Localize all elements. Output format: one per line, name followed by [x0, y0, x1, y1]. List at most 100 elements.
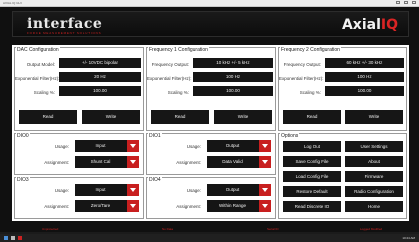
- freq1-output-field[interactable]: 10 kHz +/- 5 kHz: [193, 58, 273, 68]
- dio4-usage-value: Output: [225, 187, 240, 192]
- freq1-scaling-label: Scaling %:: [167, 90, 189, 95]
- read-discrete-io-button[interactable]: Read Discrete IO: [283, 201, 341, 212]
- status-item: Logged Modified: [360, 227, 383, 231]
- freq2-write-button[interactable]: Write: [345, 110, 403, 124]
- search-icon[interactable]: [11, 236, 15, 240]
- dio3-title: DIO3: [16, 177, 30, 183]
- dio4-usage-select[interactable]: Output: [207, 184, 271, 196]
- maximize-icon[interactable]: [404, 1, 408, 4]
- dio1-title: DIO1: [148, 133, 162, 139]
- app-icon[interactable]: [18, 236, 22, 240]
- dropdown-arrow-icon[interactable]: [259, 156, 271, 168]
- status-item: Unprotected: [42, 227, 59, 231]
- dropdown-arrow-icon[interactable]: [127, 200, 139, 212]
- freq2-scaling-field[interactable]: 100.00: [325, 86, 404, 96]
- interface-logo-tagline: FORCE MEASUREMENT SOLUTIONS: [27, 31, 102, 35]
- dio1-usage-select[interactable]: Output: [207, 140, 271, 152]
- dio3-assign-select[interactable]: Zero/Tare: [75, 200, 139, 212]
- window-titlebar: AXIAL IQ GUI: [0, 0, 419, 7]
- freq2-config-panel: Frequency 2 Configuration Frequency Outp…: [278, 47, 407, 131]
- status-bar: Unprotected No Data Serial ID Logged Mod…: [12, 227, 409, 231]
- dac-scaling-label: Scaling %:: [33, 90, 55, 95]
- status-item: Serial ID: [267, 227, 279, 231]
- home-button[interactable]: Home: [345, 201, 403, 212]
- freq2-scaling-label: Scaling %:: [299, 90, 321, 95]
- user-settings-button[interactable]: User Settings: [345, 141, 403, 152]
- dio1-usage-value: Output: [225, 143, 240, 148]
- dio4-usage-label: Usage:: [186, 188, 201, 193]
- output-model-label: Output Model:: [26, 62, 55, 67]
- dio3-usage-select[interactable]: Input: [75, 184, 139, 196]
- dropdown-arrow-icon[interactable]: [127, 156, 139, 168]
- dac-filter-field[interactable]: 20 Hz: [59, 72, 141, 82]
- dac-write-button[interactable]: Write: [82, 110, 140, 124]
- dio3-assign-label: Assignment:: [44, 204, 69, 209]
- dropdown-arrow-icon[interactable]: [127, 184, 139, 196]
- dac-config-panel: DAC Configuration Output Model: +/- 10VD…: [14, 47, 144, 131]
- minimize-icon[interactable]: [396, 1, 400, 4]
- dac-config-title: DAC Configuration: [16, 47, 60, 53]
- firmware-button[interactable]: Firmware: [345, 171, 403, 182]
- close-icon[interactable]: [412, 1, 416, 4]
- dropdown-arrow-icon[interactable]: [259, 140, 271, 152]
- freq1-scaling-field[interactable]: 100.00: [193, 86, 273, 96]
- dio3-panel: DIO3 Usage: Input Assignment: Zero/Tare: [14, 177, 144, 219]
- dio0-panel: DIO0 Usage: Input Assignment: Shunt Cal: [14, 133, 144, 175]
- interface-logo: interface: [27, 16, 103, 32]
- dio0-assign-value: Shunt Cal: [90, 159, 111, 164]
- dio3-usage-value: Input: [95, 187, 106, 192]
- window-controls: [396, 1, 416, 4]
- dio0-title: DIO0: [16, 133, 30, 139]
- dac-read-button[interactable]: Read: [19, 110, 77, 124]
- main-content: DAC Configuration Output Model: +/- 10VD…: [12, 45, 409, 221]
- about-button[interactable]: About: [345, 156, 403, 167]
- freq1-write-button[interactable]: Write: [214, 110, 272, 124]
- axialiq-logo: AxialIQ: [342, 17, 398, 33]
- load-config-file-button[interactable]: Load Config File: [283, 171, 341, 182]
- freq1-filter-label: Exponential Filter(Hz):: [147, 76, 192, 81]
- output-model-field[interactable]: +/- 10VDC bipolar: [59, 58, 141, 68]
- freq1-config-title: Frequency 1 Configuration: [148, 47, 209, 53]
- dio3-usage-label: Usage:: [54, 188, 69, 193]
- dio4-assign-select[interactable]: Within Range: [207, 200, 271, 212]
- dio4-assign-value: Within Range: [218, 203, 246, 208]
- freq2-config-title: Frequency 2 Configuration: [280, 47, 341, 53]
- dio1-assign-select[interactable]: Data Valid: [207, 156, 271, 168]
- radio-configuration-button[interactable]: Radio Configuration: [345, 186, 403, 197]
- dropdown-arrow-icon[interactable]: [127, 140, 139, 152]
- dio0-assign-label: Assignment:: [44, 160, 69, 165]
- dio0-usage-select[interactable]: Input: [75, 140, 139, 152]
- dac-filter-label: Exponential Filter(Hz):: [15, 76, 60, 81]
- status-item: No Data: [162, 227, 174, 231]
- freq2-filter-field[interactable]: 100 Hz: [325, 72, 404, 82]
- options-panel: Options Log Out User Settings Save Confi…: [278, 133, 407, 219]
- freq2-read-button[interactable]: Read: [283, 110, 341, 124]
- freq1-filter-field[interactable]: 100 Hz: [193, 72, 273, 82]
- log-out-button[interactable]: Log Out: [283, 141, 341, 152]
- dio4-panel: DIO4 Usage: Output Assignment: Within Ra…: [146, 177, 276, 219]
- options-title: Options: [280, 133, 300, 139]
- dio0-usage-label: Usage:: [54, 144, 69, 149]
- freq2-filter-label: Exponential Filter(Hz):: [279, 76, 324, 81]
- freq2-output-label: Frequency Output:: [283, 62, 321, 67]
- freq1-read-button[interactable]: Read: [151, 110, 209, 124]
- freq1-output-label: Frequency Output:: [151, 62, 189, 67]
- clock: 10:24 AM: [402, 236, 415, 240]
- start-icon[interactable]: [4, 236, 8, 240]
- dio1-panel: DIO1 Usage: Output Assignment: Data Vali…: [146, 133, 276, 175]
- dio0-assign-select[interactable]: Shunt Cal: [75, 156, 139, 168]
- dropdown-arrow-icon[interactable]: [259, 200, 271, 212]
- dac-scaling-field[interactable]: 100.00: [59, 86, 141, 96]
- app-window: AXIAL IQ GUI interface FORCE MEASUREMENT…: [0, 0, 419, 242]
- dio1-usage-label: Usage:: [186, 144, 201, 149]
- axialiq-logo-main: Axial: [341, 17, 381, 33]
- restore-default-button[interactable]: Restore Default: [283, 186, 341, 197]
- dropdown-arrow-icon[interactable]: [259, 184, 271, 196]
- dio1-assign-label: Assignment:: [176, 160, 201, 165]
- os-taskbar: 10:24 AM: [0, 234, 419, 242]
- axialiq-logo-accent: IQ: [380, 17, 398, 33]
- freq2-output-field[interactable]: 60 kHz +/- 30 kHz: [325, 58, 404, 68]
- save-config-file-button[interactable]: Save Config File: [283, 156, 341, 167]
- dio1-assign-value: Data Valid: [222, 159, 243, 164]
- dio0-usage-value: Input: [95, 143, 106, 148]
